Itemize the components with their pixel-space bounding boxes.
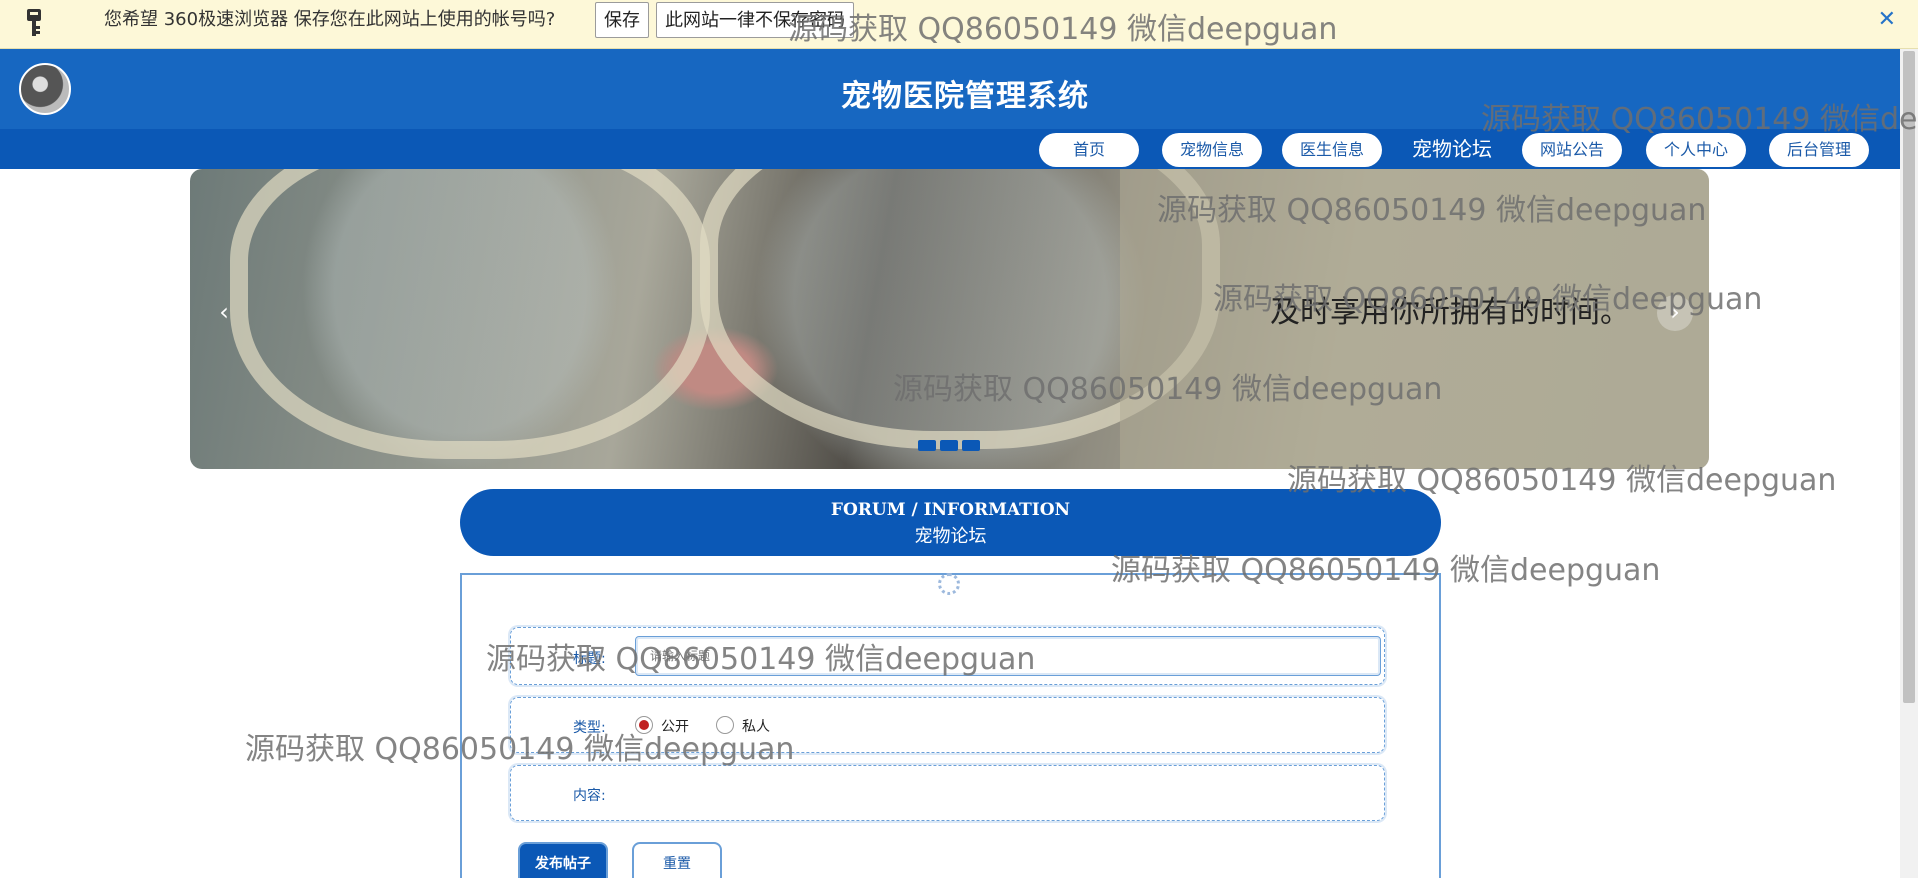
type-option-public-label: 公开 (661, 719, 689, 735)
key-icon (27, 9, 41, 36)
form-row-content[interactable]: 内容: (510, 765, 1385, 821)
title-input[interactable] (635, 636, 1381, 676)
form-row-title: 标题: (510, 627, 1385, 685)
content-label: 内容: (573, 788, 606, 804)
carousel-dot[interactable] (918, 440, 936, 451)
form-row-type: 类型: 公开 私人 (510, 697, 1385, 753)
carousel-dot[interactable] (940, 440, 958, 451)
nav-item-pets[interactable]: 宠物信息 (1162, 133, 1262, 167)
page-scrollbar[interactable] (1900, 49, 1918, 878)
never-save-button[interactable]: 此网站一律不保存密码 (656, 2, 854, 38)
password-save-message: 您希望 360极速浏览器 保存您在此网站上使用的帐号吗? (104, 9, 556, 30)
site-header: 宠物医院管理系统 (0, 49, 1900, 129)
banner-image-glasses-left (230, 169, 710, 459)
scrollbar-thumb[interactable] (1903, 51, 1915, 703)
password-save-bar: 您希望 360极速浏览器 保存您在此网站上使用的帐号吗? 保存 此网站一律不保存… (0, 0, 1918, 49)
carousel-next-icon[interactable]: › (1657, 295, 1693, 331)
save-password-button[interactable]: 保存 (595, 2, 649, 38)
type-option-private-label: 私人 (742, 719, 770, 735)
nav-item-notices[interactable]: 网站公告 (1522, 133, 1622, 167)
type-label: 类型: (573, 720, 606, 736)
carousel-indicators (918, 436, 984, 455)
page: 您希望 360极速浏览器 保存您在此网站上使用的帐号吗? 保存 此网站一律不保存… (0, 0, 1918, 878)
submit-post-button[interactable]: 发布帖子 (518, 842, 608, 878)
nav-item-home[interactable]: 首页 (1039, 133, 1139, 167)
close-icon[interactable]: ✕ (1878, 9, 1896, 31)
site-title: 宠物医院管理系统 (841, 79, 1089, 114)
section-title-en: FORUM / INFORMATION (830, 500, 1071, 520)
post-form-panel: 标题: 类型: 公开 私人 内容: 发布帖子 重置 (460, 573, 1441, 878)
carousel-dot[interactable] (962, 440, 980, 451)
title-label: 标题: (573, 651, 606, 667)
nav-item-admin[interactable]: 后台管理 (1769, 133, 1869, 167)
type-radio-public[interactable] (635, 716, 653, 734)
type-radio-private[interactable] (716, 716, 734, 734)
main-nav: 首页 宠物信息 医生信息 宠物论坛 网站公告 个人中心 后台管理 (0, 129, 1900, 169)
loading-spinner-icon (938, 573, 960, 595)
banner-caption: 及时享用你所拥有的时间。 (1270, 295, 1630, 330)
section-title-zh: 宠物论坛 (914, 526, 987, 547)
nav-item-forum[interactable]: 宠物论坛 (1412, 135, 1492, 163)
banner-carousel: 及时享用你所拥有的时间。 ‹ › (190, 169, 1709, 469)
reset-button[interactable]: 重置 (632, 842, 722, 878)
nav-item-doctors[interactable]: 医生信息 (1282, 133, 1382, 167)
nav-item-profile[interactable]: 个人中心 (1646, 133, 1746, 167)
section-header: FORUM / INFORMATION 宠物论坛 (460, 489, 1441, 556)
carousel-prev-icon[interactable]: ‹ (206, 295, 242, 331)
